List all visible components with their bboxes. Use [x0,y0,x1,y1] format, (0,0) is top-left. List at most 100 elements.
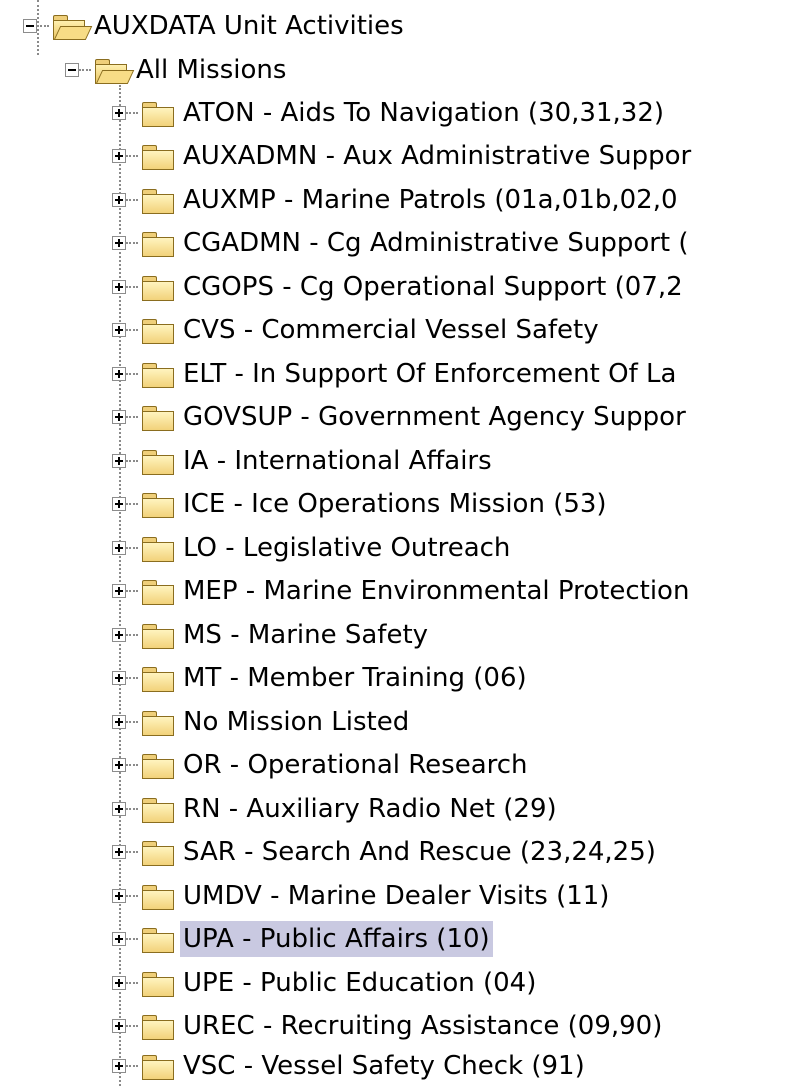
tree-node-label[interactable]: VSC - Vessel Safety Check (91) [180,1048,588,1084]
expand-icon[interactable] [112,106,126,120]
tree-node-mission[interactable]: IA - International Affairs [112,441,495,481]
expand-icon[interactable] [112,149,126,163]
tree-connector-stub [126,242,138,244]
tree-node-mission[interactable]: UREC - Recruiting Assistance (09,90) [112,1006,665,1046]
tree-node-label[interactable]: CVS - Commercial Vessel Safety [180,312,602,348]
folder-closed-icon [140,316,176,344]
folder-closed-icon [140,447,176,475]
tree-node-mission[interactable]: CGOPS - Cg Operational Support (07,2 [112,267,686,307]
tree-node-label[interactable]: CGADMN - Cg Administrative Support ( [180,225,692,261]
folder-closed-icon [140,882,176,910]
expand-icon[interactable] [112,367,126,381]
tree-node-mission[interactable]: VSC - Vessel Safety Check (91) [112,1046,588,1086]
expand-icon[interactable] [112,497,126,511]
tree-node-mission[interactable]: CGADMN - Cg Administrative Support ( [112,223,692,263]
tree-node-mission[interactable]: MT - Member Training (06) [112,658,530,698]
folder-closed-icon [140,751,176,779]
tree-node-label[interactable]: AUXADMN - Aux Administrative Suppor [180,138,694,174]
tree-node-label[interactable]: LO - Legislative Outreach [180,530,513,566]
tree-node-label[interactable]: IA - International Affairs [180,443,495,479]
expand-icon[interactable] [112,628,126,642]
tree-node-label[interactable]: ICE - Ice Operations Mission (53) [180,486,610,522]
tree-connector-stub [126,938,138,940]
expand-icon[interactable] [112,671,126,685]
expand-icon[interactable] [112,280,126,294]
tree-node-mission[interactable]: CVS - Commercial Vessel Safety [112,310,602,350]
tree-node-all-missions[interactable]: All Missions [65,50,289,90]
tree-connector-stub [126,503,138,505]
expand-icon[interactable] [112,932,126,946]
tree-node-label[interactable]: MS - Marine Safety [180,617,431,653]
tree-node-mission[interactable]: ICE - Ice Operations Mission (53) [112,484,610,524]
tree-node-mission[interactable]: LO - Legislative Outreach [112,528,513,568]
expand-icon[interactable] [112,454,126,468]
folder-closed-icon [140,1012,176,1040]
expand-icon[interactable] [112,236,126,250]
tree-connector-stub [126,634,138,636]
tree-node-label[interactable]: CGOPS - Cg Operational Support (07,2 [180,269,686,305]
collapse-root-icon[interactable] [23,19,37,33]
tree-node-label[interactable]: MEP - Marine Environmental Protection [180,573,692,609]
tree-node-label[interactable]: OR - Operational Research [180,747,531,783]
tree-node-label[interactable]: All Missions [133,52,289,88]
tree-node-label[interactable]: SAR - Search And Rescue (23,24,25) [180,834,659,870]
tree-connector-stub [126,460,138,462]
tree-connector-stub [126,851,138,853]
tree-node-label[interactable]: ELT - In Support Of Enforcement Of La [180,356,679,392]
tree-connector-stub [126,1025,138,1027]
mission-tree-view[interactable]: AUXDATA Unit Activities All Missions ATO… [0,0,806,1086]
expand-icon[interactable] [112,584,126,598]
tree-node-mission[interactable]: MS - Marine Safety [112,615,431,655]
expand-icon[interactable] [112,541,126,555]
tree-connector-stub [126,677,138,679]
tree-node-label[interactable]: ATON - Aids To Navigation (30,31,32) [180,95,667,131]
folder-closed-icon [140,360,176,388]
tree-node-label[interactable]: AUXDATA Unit Activities [91,8,407,44]
tree-node-mission[interactable]: AUXMP - Marine Patrols (01a,01b,02,0 [112,180,681,220]
expand-icon[interactable] [112,889,126,903]
tree-connector-stub [79,69,91,71]
tree-node-mission[interactable]: ATON - Aids To Navigation (30,31,32) [112,93,667,133]
tree-connector-stub [126,199,138,201]
folder-closed-icon [140,534,176,562]
collapse-all-missions-icon[interactable] [65,63,79,77]
tree-connector-stub [126,547,138,549]
expand-icon[interactable] [112,1019,126,1033]
tree-node-label[interactable]: MT - Member Training (06) [180,660,530,696]
tree-connector-stub [126,982,138,984]
folder-closed-icon [140,969,176,997]
tree-node-mission[interactable]: No Mission Listed [112,702,412,742]
tree-node-mission[interactable]: UPE - Public Education (04) [112,963,539,1003]
folder-closed-icon [140,925,176,953]
expand-icon[interactable] [112,1059,126,1073]
folder-closed-icon [140,186,176,214]
expand-icon[interactable] [112,323,126,337]
expand-icon[interactable] [112,410,126,424]
tree-node-mission[interactable]: AUXADMN - Aux Administrative Suppor [112,136,694,176]
folder-closed-icon [140,795,176,823]
expand-icon[interactable] [112,802,126,816]
expand-icon[interactable] [112,715,126,729]
tree-node-mission[interactable]: SAR - Search And Rescue (23,24,25) [112,832,659,872]
tree-node-label[interactable]: AUXMP - Marine Patrols (01a,01b,02,0 [180,182,681,218]
tree-connector-stub [126,808,138,810]
expand-icon[interactable] [112,193,126,207]
expand-icon[interactable] [112,845,126,859]
tree-node-mission[interactable]: OR - Operational Research [112,745,531,785]
tree-node-label[interactable]: UPE - Public Education (04) [180,965,539,1001]
tree-node-root[interactable]: AUXDATA Unit Activities [23,6,407,46]
tree-node-mission-selected[interactable]: UPA - Public Affairs (10) [112,919,493,959]
tree-node-mission[interactable]: ELT - In Support Of Enforcement Of La [112,354,679,394]
expand-icon[interactable] [112,758,126,772]
tree-node-mission[interactable]: GOVSUP - Government Agency Suppor [112,397,689,437]
tree-node-mission[interactable]: UMDV - Marine Dealer Visits (11) [112,876,612,916]
expand-icon[interactable] [112,976,126,990]
tree-node-label[interactable]: UREC - Recruiting Assistance (09,90) [180,1008,665,1044]
tree-node-label[interactable]: RN - Auxiliary Radio Net (29) [180,791,560,827]
tree-node-label[interactable]: UPA - Public Affairs (10) [180,921,493,957]
tree-node-mission[interactable]: RN - Auxiliary Radio Net (29) [112,789,560,829]
tree-node-label[interactable]: No Mission Listed [180,704,412,740]
tree-node-label[interactable]: UMDV - Marine Dealer Visits (11) [180,878,612,914]
tree-node-mission[interactable]: MEP - Marine Environmental Protection [112,571,692,611]
tree-node-label[interactable]: GOVSUP - Government Agency Suppor [180,399,689,435]
